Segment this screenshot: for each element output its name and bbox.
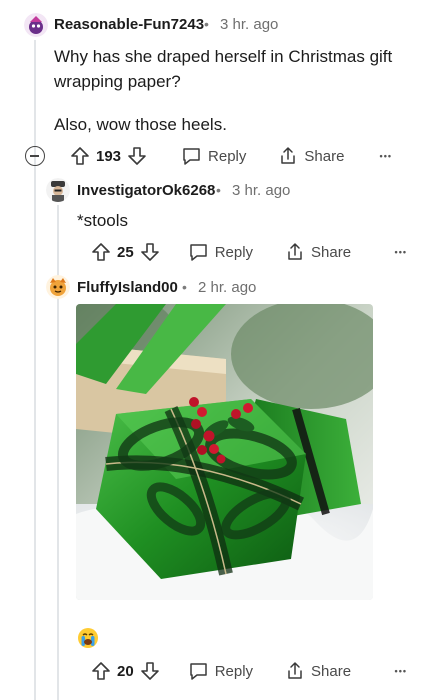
comment-username[interactable]: InvestigatorOk6268 <box>77 182 215 199</box>
crying-emoji-icon <box>77 627 99 649</box>
reply-label: Reply <box>214 243 254 261</box>
avatar[interactable] <box>24 13 48 37</box>
more-options-button[interactable]: ••• <box>395 247 407 257</box>
gift-photo[interactable] <box>76 304 373 600</box>
downvote-icon[interactable] <box>140 661 160 681</box>
vote-count: 25 <box>117 243 134 261</box>
separator-dot: • <box>216 182 221 198</box>
collapse-thread-button[interactable] <box>25 146 45 166</box>
more-options-button[interactable]: ••• <box>395 666 407 676</box>
share-icon <box>285 242 305 262</box>
comment-timestamp[interactable]: 3 hr. ago <box>220 16 278 33</box>
reply-icon <box>188 242 209 262</box>
share-label: Share <box>311 662 352 680</box>
reply-button[interactable]: Reply <box>181 146 246 166</box>
vote-group: 20 <box>91 661 160 681</box>
comment-body-line: Why has she draped herself in Christmas … <box>54 47 393 66</box>
comment-body-line: wrapping paper? <box>54 72 181 91</box>
share-label: Share <box>304 147 345 165</box>
reply-label: Reply <box>208 147 247 165</box>
comment-body-line: Also, wow those heels. <box>54 115 227 134</box>
vote-count: 193 <box>96 147 122 165</box>
upvote-icon[interactable] <box>70 146 90 166</box>
comment-timestamp[interactable]: 3 hr. ago <box>232 182 290 199</box>
vote-group: 25 <box>91 242 160 262</box>
downvote-icon[interactable] <box>140 242 160 262</box>
vote-count: 20 <box>117 662 134 680</box>
upvote-icon[interactable] <box>91 661 111 681</box>
avatar[interactable] <box>46 275 70 299</box>
separator-dot: • <box>182 279 187 295</box>
comment-username[interactable]: Reasonable-Fun7243 <box>54 16 204 33</box>
share-label: Share <box>311 243 352 261</box>
comment-body: Why has she draped herself in Christmas … <box>54 44 424 137</box>
more-options-button[interactable]: ••• <box>380 151 392 161</box>
share-button[interactable]: Share <box>285 242 351 262</box>
comment-actions: 193 Reply Share ••• <box>70 143 430 169</box>
reply-button[interactable]: Reply <box>188 242 253 262</box>
share-icon <box>285 661 305 681</box>
avatar[interactable] <box>46 178 70 202</box>
comment-actions: 20 Reply Share ••• <box>91 658 431 684</box>
downvote-icon[interactable] <box>127 146 147 166</box>
reply-icon <box>181 146 202 166</box>
vote-group: 193 <box>70 146 147 166</box>
thread-line-root <box>34 40 36 700</box>
comment-username[interactable]: FluffyIsland00 <box>77 279 178 296</box>
comment-body: *stools <box>77 211 129 230</box>
comment-actions: 25 Reply Share ••• <box>91 239 431 265</box>
share-button[interactable]: Share <box>285 661 351 681</box>
reply-label: Reply <box>214 662 254 680</box>
share-icon <box>278 146 298 166</box>
separator-dot: • <box>204 16 209 32</box>
reply-button[interactable]: Reply <box>188 661 253 681</box>
upvote-icon[interactable] <box>91 242 111 262</box>
comment-timestamp[interactable]: 2 hr. ago <box>198 279 256 296</box>
reply-icon <box>188 661 209 681</box>
share-button[interactable]: Share <box>278 146 344 166</box>
